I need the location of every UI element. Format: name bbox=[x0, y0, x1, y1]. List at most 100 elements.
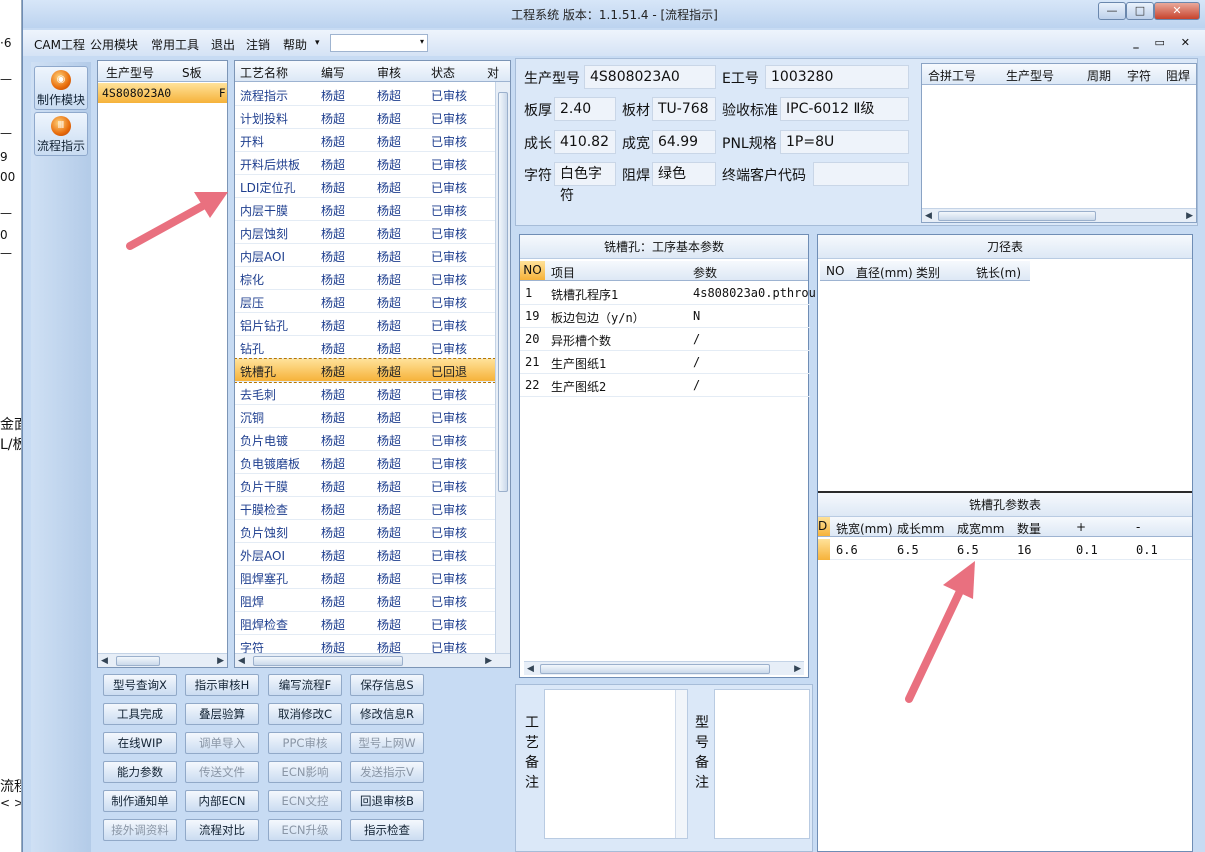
mill-row[interactable]: 22 生产图纸2 / bbox=[520, 374, 810, 397]
col-header[interactable]: 工艺名称 bbox=[240, 64, 288, 81]
scroll-left-icon[interactable]: ◀ bbox=[925, 209, 932, 223]
col-header[interactable]: 合拼工号 bbox=[928, 67, 976, 84]
col-header[interactable]: 数量 bbox=[1017, 520, 1041, 537]
function-button[interactable]: 接外调资料 bbox=[103, 819, 177, 841]
function-button[interactable]: PPC审核 bbox=[268, 732, 342, 754]
col-header[interactable]: - bbox=[1136, 520, 1140, 534]
col-header[interactable]: 参数 bbox=[693, 264, 717, 281]
e-no-field[interactable]: 1003280 bbox=[765, 65, 909, 89]
length-field[interactable]: 410.82 bbox=[554, 130, 616, 154]
process-row[interactable]: 铣槽孔 杨超 杨超 已回退 bbox=[235, 358, 496, 383]
col-header[interactable]: 状态 bbox=[431, 64, 455, 81]
function-button[interactable]: 传送文件 bbox=[185, 761, 259, 783]
col-header[interactable]: 项目 bbox=[551, 264, 575, 281]
process-row[interactable]: LDI定位孔 杨超 杨超 已审核 bbox=[235, 175, 495, 198]
process-row[interactable]: 开料 杨超 杨超 已审核 bbox=[235, 129, 495, 152]
menu-exit[interactable]: 退出 bbox=[211, 36, 235, 53]
function-button[interactable]: 内部ECN bbox=[185, 790, 259, 812]
function-button[interactable]: 取消修改C bbox=[268, 703, 342, 725]
function-button[interactable]: 型号上网W bbox=[350, 732, 424, 754]
process-row[interactable]: 阻焊检查 杨超 杨超 已审核 bbox=[235, 612, 495, 635]
menu-combo[interactable]: ▾ bbox=[330, 34, 428, 52]
v-scrollbar[interactable] bbox=[495, 82, 510, 653]
col-header[interactable]: 铣长(m) bbox=[976, 264, 1021, 281]
col-header[interactable]: 字符 bbox=[1127, 67, 1151, 84]
function-button[interactable]: 发送指示V bbox=[350, 761, 424, 783]
col-header[interactable]: 生产型号 bbox=[1006, 67, 1054, 84]
menu-tools[interactable]: 常用工具 bbox=[151, 36, 199, 53]
scroll-left-icon[interactable]: ◀ bbox=[527, 662, 534, 676]
col-header[interactable]: 类别 bbox=[916, 264, 940, 281]
menu-help[interactable]: 帮助 bbox=[283, 36, 307, 53]
function-button[interactable]: 流程对比 bbox=[185, 819, 259, 841]
minimize-button[interactable]: — bbox=[1098, 2, 1126, 20]
menu-logout[interactable]: 注销 bbox=[246, 36, 270, 53]
process-remark-input[interactable] bbox=[544, 689, 688, 839]
scroll-right-icon[interactable]: ▶ bbox=[1186, 209, 1193, 223]
scroll-thumb[interactable] bbox=[938, 211, 1096, 221]
process-row[interactable]: 流程指示 杨超 杨超 已审核 bbox=[235, 83, 495, 106]
function-button[interactable]: 指示检查 bbox=[350, 819, 424, 841]
col-header[interactable]: NO bbox=[826, 264, 844, 278]
chevron-down-icon[interactable]: ▾ bbox=[420, 37, 424, 46]
thickness-field[interactable]: 2.40 bbox=[554, 97, 616, 121]
function-button[interactable]: ECN升级 bbox=[268, 819, 342, 841]
scroll-thumb[interactable] bbox=[498, 92, 508, 492]
process-row[interactable]: 沉铜 杨超 杨超 已审核 bbox=[235, 405, 495, 428]
pnl-field[interactable]: 1P=8U bbox=[780, 130, 909, 154]
nav-flow-indication[interactable]: Ⅲ 流程指示 bbox=[34, 112, 88, 156]
maximize-button[interactable]: □ bbox=[1126, 2, 1154, 20]
process-row[interactable]: 内层蚀刻 杨超 杨超 已审核 bbox=[235, 221, 495, 244]
function-button[interactable]: 叠层验算 bbox=[185, 703, 259, 725]
char-field[interactable]: 白色字符 bbox=[554, 162, 616, 204]
function-button[interactable]: 修改信息R bbox=[350, 703, 424, 725]
standard-field[interactable]: IPC-6012 Ⅱ级 bbox=[780, 97, 909, 121]
process-row[interactable]: 阻焊 杨超 杨超 已审核 bbox=[235, 589, 495, 612]
function-button[interactable]: 保存信息S bbox=[350, 674, 424, 696]
process-row[interactable]: 负电镀磨板 杨超 杨超 已审核 bbox=[235, 451, 495, 474]
process-row[interactable]: 计划投料 杨超 杨超 已审核 bbox=[235, 106, 495, 129]
process-row[interactable]: 钻孔 杨超 杨超 已审核 bbox=[235, 336, 495, 359]
mask-field[interactable]: 绿色 bbox=[652, 162, 716, 186]
material-field[interactable]: TU-768 bbox=[652, 97, 716, 121]
scroll-right-icon[interactable]: ▶ bbox=[485, 654, 492, 667]
mdi-controls[interactable]: _ ▭ ✕ bbox=[1133, 36, 1196, 49]
mill-row[interactable]: 20 异形槽个数 / bbox=[520, 328, 810, 351]
scroll-thumb[interactable] bbox=[540, 664, 770, 674]
process-row[interactable]: 开料后烘板 杨超 杨超 已审核 bbox=[235, 152, 495, 175]
col-header[interactable]: 编写 bbox=[321, 64, 345, 81]
function-button[interactable]: 型号查询X bbox=[103, 674, 177, 696]
scroll-right-icon[interactable]: ▶ bbox=[794, 662, 801, 676]
col-header[interactable]: 对 bbox=[487, 64, 499, 81]
function-button[interactable]: 指示审核H bbox=[185, 674, 259, 696]
mill-row[interactable]: 1 铣槽孔程序1 4s808023a0.pthrou bbox=[520, 282, 816, 305]
width-field[interactable]: 64.99 bbox=[652, 130, 716, 154]
col-header[interactable]: 生产型号 bbox=[106, 64, 154, 81]
nav-make-module[interactable]: ◉ 制作模块 bbox=[34, 66, 88, 110]
chevron-down-icon[interactable]: ▾ bbox=[315, 38, 320, 48]
col-header[interactable]: NO bbox=[520, 261, 545, 280]
function-button[interactable]: 编写流程F bbox=[268, 674, 342, 696]
process-row[interactable]: 干膜检查 杨超 杨超 已审核 bbox=[235, 497, 495, 520]
col-header[interactable]: 直径(mm) bbox=[856, 264, 913, 281]
mill-row[interactable]: 21 生产图纸1 / bbox=[520, 351, 810, 374]
function-button[interactable]: 制作通知单 bbox=[103, 790, 177, 812]
process-row[interactable]: 去毛刺 杨超 杨超 已审核 bbox=[235, 382, 495, 405]
col-header[interactable]: S板 bbox=[182, 64, 202, 81]
process-row[interactable]: 内层干膜 杨超 杨超 已审核 bbox=[235, 198, 495, 221]
col-header[interactable]: 阻焊 bbox=[1166, 67, 1190, 84]
process-row[interactable]: 阻焊塞孔 杨超 杨超 已审核 bbox=[235, 566, 495, 589]
model-field[interactable]: 4S808023A0 bbox=[584, 65, 716, 89]
process-row[interactable]: 负片蚀刻 杨超 杨超 已审核 bbox=[235, 520, 495, 543]
model-row[interactable]: 4S808023A0 F bbox=[98, 83, 227, 103]
process-row[interactable]: 内层AOI 杨超 杨超 已审核 bbox=[235, 244, 495, 267]
slot-row[interactable]: 6.6 6.5 6.5 16 0.1 0.1 bbox=[818, 539, 1192, 560]
process-row[interactable]: 棕化 杨超 杨超 已审核 bbox=[235, 267, 495, 290]
function-button[interactable]: 调单导入 bbox=[185, 732, 259, 754]
scroll-left-icon[interactable]: ◀ bbox=[238, 654, 245, 667]
col-header[interactable]: 成宽mm bbox=[957, 520, 1004, 537]
h-scrollbar[interactable]: ◀ ▶ bbox=[98, 653, 227, 667]
function-button[interactable]: 能力参数 bbox=[103, 761, 177, 783]
v-scrollbar[interactable] bbox=[675, 690, 687, 838]
mill-row[interactable]: 19 板边包边（y/n） N bbox=[520, 305, 810, 328]
